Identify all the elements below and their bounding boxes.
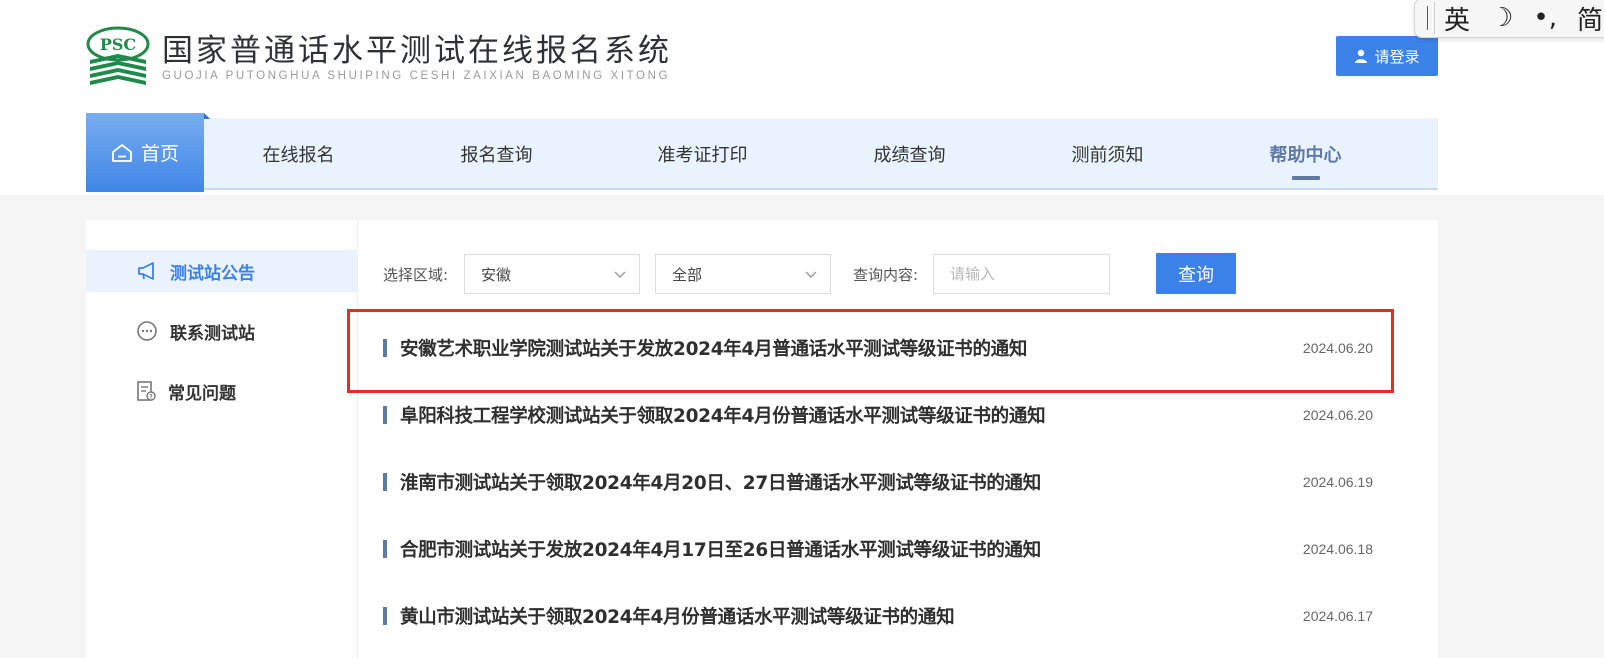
chat-icon: [137, 321, 157, 341]
sidebar-item-label: 常见问题: [168, 383, 236, 404]
list-item[interactable]: 阜阳科技工程学校测试站关于领取2024年4月份普通话水平测试等级证书的通知 20…: [383, 397, 1373, 433]
nav-active-indicator: [1291, 176, 1320, 180]
sidebar-item-contact[interactable]: 联系测试站: [86, 310, 358, 352]
list-item[interactable]: 淮南市测试站关于领取2024年4月20日、27日普通话水平测试等级证书的通知 2…: [383, 464, 1373, 500]
list-item-marker: [383, 473, 387, 491]
main-nav: 首页 在线报名 报名查询 准考证打印 成绩查询 测前须知 帮助中心: [86, 113, 1438, 192]
area-select-value: 全部: [672, 265, 703, 284]
query-content-label: 查询内容:: [853, 266, 919, 284]
nav-home-tab[interactable]: 首页: [86, 113, 210, 192]
list-item-marker: [383, 406, 387, 424]
site-subtitle: GUOJIA PUTONGHUA SHUIPING CESHI ZAIXIAN …: [162, 70, 671, 82]
site-logo[interactable]: PSC 国家普通话水平测试在线报名系统 GUOJIA PUTONGHUA SHU…: [86, 24, 672, 86]
svg-text:?: ?: [149, 394, 153, 401]
document-question-icon: ?: [137, 381, 156, 401]
news-date: 2024.06.17: [1302, 608, 1373, 624]
news-title: 合肥市测试站关于发放2024年4月17日至26日普通话水平测试等级证书的通知: [400, 540, 1041, 561]
news-title: 淮南市测试站关于领取2024年4月20日、27日普通话水平测试等级证书的通知: [400, 473, 1041, 494]
sidebar-item-label: 联系测试站: [170, 323, 255, 344]
nav-help-label: 帮助中心: [1269, 145, 1342, 166]
list-item-marker: [383, 607, 387, 625]
nav-home-label: 首页: [140, 143, 179, 165]
psc-logo-icon: PSC: [86, 26, 150, 85]
list-item[interactable]: 黄山市测试站关于领取2024年4月份普通话水平测试等级证书的通知 2024.06…: [383, 598, 1373, 634]
region-filter-label: 选择区域:: [383, 266, 449, 284]
search-input[interactable]: [933, 254, 1110, 294]
nav-item-help-center[interactable]: 帮助中心: [1233, 118, 1378, 190]
ime-grip-handle[interactable]: [1427, 6, 1428, 30]
megaphone-icon: [138, 262, 154, 280]
province-select[interactable]: 安徽: [464, 254, 640, 294]
chevron-down-icon: [614, 271, 626, 278]
ime-toolbar[interactable]: 英 ☽ •, 简: [1414, 0, 1604, 38]
svg-text:PSC: PSC: [100, 35, 136, 54]
news-title: 阜阳科技工程学校测试站关于领取2024年4月份普通话水平测试等级证书的通知: [400, 406, 1046, 427]
news-date: 2024.06.19: [1302, 474, 1373, 490]
news-title: 安徽艺术职业学院测试站关于发放2024年4月普通话水平测试等级证书的通知: [400, 339, 1028, 360]
query-button[interactable]: 查询: [1156, 253, 1236, 294]
sidebar-item-faq[interactable]: ? 常见问题: [86, 370, 358, 412]
sidebar: 测试站公告 联系测试站 ? 常见问题: [86, 220, 358, 658]
ime-moon-icon[interactable]: ☽: [1490, 3, 1513, 33]
list-item-marker: [383, 339, 387, 357]
list-item-marker: [383, 540, 387, 558]
ime-language-toggle[interactable]: 英: [1444, 0, 1470, 37]
user-icon: [1355, 49, 1368, 63]
ime-simplified-toggle[interactable]: 简: [1577, 0, 1603, 37]
nav-item-pretest-notice[interactable]: 测前须知: [1035, 118, 1180, 190]
news-date: 2024.06.20: [1302, 407, 1373, 423]
sidebar-item-label: 测试站公告: [170, 263, 255, 284]
ime-punctuation-toggle[interactable]: •,: [1533, 3, 1557, 33]
nav-item-score-query[interactable]: 成绩查询: [837, 118, 982, 190]
area-select[interactable]: 全部: [655, 254, 831, 294]
nav-item-online-registration[interactable]: 在线报名: [226, 118, 371, 190]
news-date: 2024.06.18: [1302, 541, 1373, 557]
nav-item-registration-query[interactable]: 报名查询: [424, 118, 569, 190]
login-label: 请登录: [1374, 47, 1420, 66]
list-item[interactable]: 合肥市测试站关于发放2024年4月17日至26日普通话水平测试等级证书的通知 2…: [383, 531, 1373, 567]
sidebar-item-announcements[interactable]: 测试站公告: [86, 250, 358, 292]
news-title: 黄山市测试站关于领取2024年4月份普通话水平测试等级证书的通知: [400, 607, 955, 628]
site-title: 国家普通话水平测试在线报名系统: [162, 33, 672, 69]
nav-item-admission-ticket[interactable]: 准考证打印: [630, 118, 775, 190]
login-button[interactable]: 请登录: [1336, 36, 1438, 76]
province-select-value: 安徽: [481, 265, 512, 284]
news-date: 2024.06.20: [1302, 340, 1373, 356]
chevron-down-icon: [805, 271, 817, 278]
list-item[interactable]: 安徽艺术职业学院测试站关于发放2024年4月普通话水平测试等级证书的通知 202…: [383, 330, 1373, 366]
home-icon: [112, 143, 132, 162]
content-panel: 测试站公告 联系测试站 ? 常见问题 选择区域: 安徽 全部 查询内容: 请输入…: [86, 220, 1438, 658]
